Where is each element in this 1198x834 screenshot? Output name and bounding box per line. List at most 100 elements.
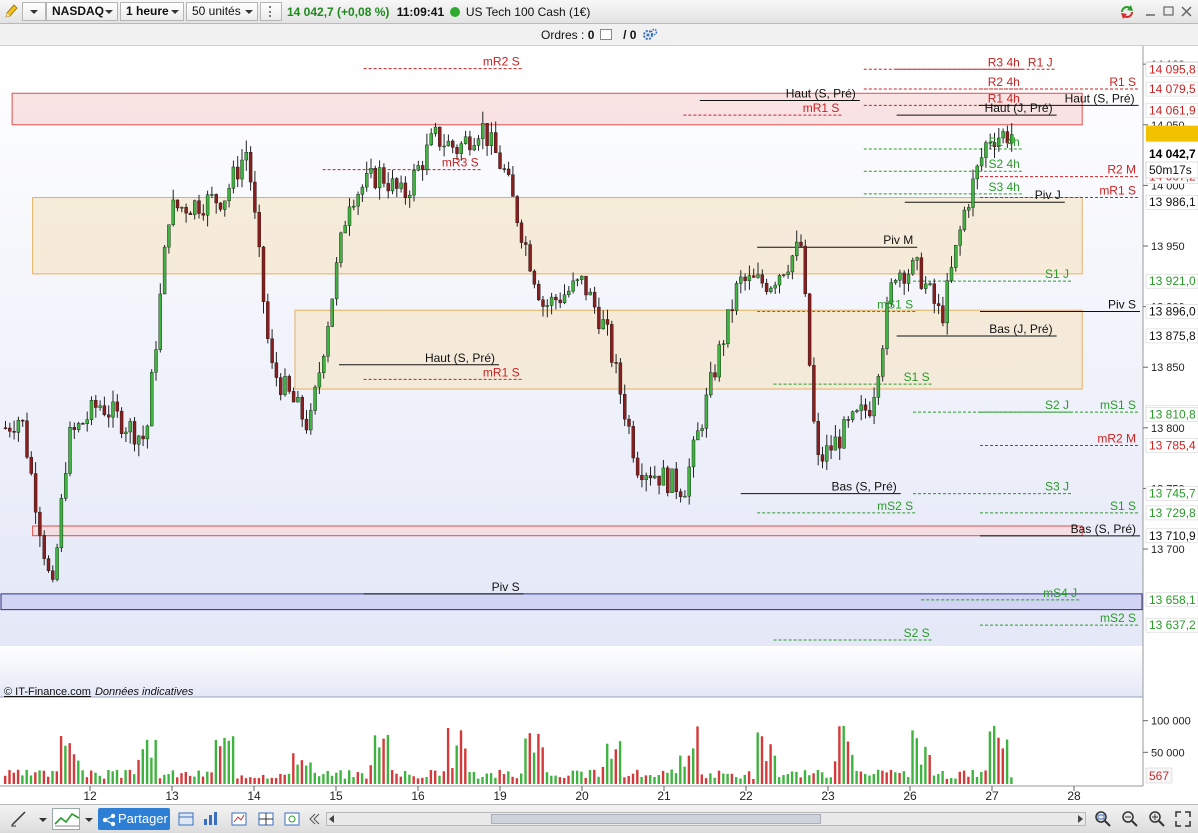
chart-type-icon[interactable]	[52, 808, 80, 830]
symbol-select[interactable]: NASDAQ	[46, 2, 118, 21]
volume-bar	[408, 774, 411, 784]
zoom-in-icon[interactable]	[1146, 808, 1168, 830]
scroll-left-icon[interactable]	[329, 815, 334, 823]
level-label: S1 J	[1045, 267, 1069, 281]
volume-tick-label: 50 000	[1151, 747, 1185, 759]
candle-body	[408, 194, 412, 199]
candle-body	[382, 167, 386, 184]
volume-bar	[941, 770, 944, 784]
level-label: S2 S	[904, 626, 930, 640]
volume-bar	[287, 773, 291, 784]
candle-body	[549, 296, 554, 306]
pencil-icon[interactable]	[2, 2, 20, 21]
candle-body	[171, 199, 175, 225]
candle-body	[330, 298, 334, 327]
candle-body	[807, 293, 812, 366]
candle-body	[881, 348, 885, 377]
volume-bar	[709, 773, 712, 784]
candle-body	[326, 326, 330, 357]
candle-body	[214, 194, 218, 204]
candle-body	[941, 305, 945, 324]
timeframe-select[interactable]: 1 heure	[120, 2, 184, 21]
top-toolbar: NASDAQ 1 heure 50 unités 14 042,7 (+0,08…	[0, 0, 1198, 24]
share-button[interactable]: Partager	[98, 808, 170, 830]
candle-body	[842, 419, 846, 449]
refresh-icon[interactable]	[1118, 3, 1136, 20]
volume-bar	[881, 770, 884, 784]
candle-body	[575, 279, 580, 282]
maximize-icon[interactable]	[1160, 3, 1178, 20]
level-label: mR2 S	[483, 55, 520, 69]
candle-body	[567, 290, 571, 295]
scroll-left-fast-icon[interactable]	[306, 808, 322, 830]
candle-body	[270, 338, 274, 363]
time-scrollbar[interactable]	[326, 812, 1086, 826]
candle-body	[820, 454, 825, 462]
volume-bar	[842, 725, 845, 784]
volume-bar	[868, 775, 871, 784]
close-icon[interactable]	[1178, 3, 1196, 20]
orders-label: Ordres :	[541, 28, 585, 42]
candle-body	[498, 152, 502, 169]
zoom-fit-icon[interactable]	[1092, 808, 1114, 830]
volume-bar	[373, 735, 377, 784]
chevron-down-icon[interactable]	[82, 808, 96, 830]
quote-menu-button[interactable]	[260, 2, 282, 21]
candle-body	[89, 400, 94, 420]
volume-bar	[292, 753, 295, 784]
candle-body	[472, 145, 476, 151]
zoom-out-icon[interactable]	[1119, 808, 1141, 830]
bar-chart-icon[interactable]	[201, 808, 221, 830]
level-label: S1 S	[1110, 499, 1136, 513]
candle-body	[403, 182, 408, 199]
grip-icon	[269, 6, 273, 17]
volume-bar	[51, 770, 54, 784]
candle-body	[610, 324, 614, 363]
crosshair-icon[interactable]	[256, 808, 276, 830]
price-chart[interactable]: mR2 S R3 4h R1 JR2 4h R1 SHaut (S, Pré) R1 4…	[0, 46, 1198, 804]
candle-body	[399, 182, 403, 189]
candle-body	[38, 511, 42, 536]
candle-body	[868, 410, 872, 417]
level-label: S1 S	[904, 370, 930, 384]
candle-body	[635, 457, 640, 476]
candle-body	[859, 404, 863, 411]
level-label: mR3 S	[442, 156, 479, 170]
volume-bar	[16, 769, 20, 784]
units-select[interactable]: 50 unités	[186, 2, 258, 21]
link-icon[interactable]	[282, 808, 302, 830]
credit-note: Données indicatives	[95, 686, 194, 698]
candle-body	[180, 206, 184, 209]
volume-bar	[498, 769, 501, 784]
candle-body	[949, 267, 954, 281]
calendar-icon[interactable]	[599, 29, 612, 40]
chevron-down-icon[interactable]	[36, 808, 50, 830]
level-label: Haut (S, Pré)	[1065, 91, 1135, 105]
volume-bar	[193, 776, 196, 784]
candle-body	[528, 244, 532, 272]
indicator-icon[interactable]	[229, 808, 249, 830]
candle-body	[902, 272, 906, 284]
volume-bar	[894, 772, 897, 784]
candle-body	[420, 165, 425, 170]
candle-body	[425, 144, 429, 170]
candle-body	[81, 423, 85, 425]
minimize-icon[interactable]	[1142, 3, 1160, 20]
candle-body	[137, 435, 141, 445]
volume-bar	[988, 731, 992, 784]
zoom-reset-icon[interactable]	[1172, 808, 1194, 830]
volume-bar	[59, 736, 63, 784]
candle-body	[971, 178, 975, 208]
scroll-right-icon[interactable]	[1078, 815, 1083, 823]
scroll-thumb[interactable]	[491, 814, 821, 824]
volume-bar	[326, 770, 329, 784]
drawing-menu-dropdown[interactable]	[22, 2, 46, 21]
level-label: S3 J	[1045, 480, 1069, 494]
draw-icon[interactable]	[6, 808, 34, 830]
credit-link[interactable]: © IT-Finance.com	[4, 686, 91, 698]
candle-body	[210, 194, 214, 196]
layout-icon[interactable]	[176, 808, 196, 830]
volume-bar	[141, 749, 144, 784]
candle-body	[833, 436, 838, 451]
gear-icon[interactable]	[642, 28, 658, 45]
